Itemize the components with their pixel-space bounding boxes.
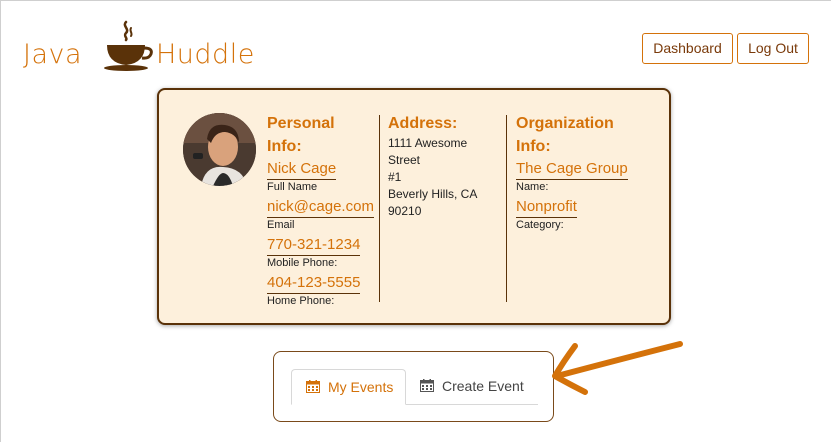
personal-info-title: Personal Info: [267,115,335,155]
address-line-3: Beverly Hills, CA 90210 [388,187,477,218]
tab-create-event[interactable]: Create Event [406,369,538,405]
column-divider [379,115,380,302]
address-line-1: 1111 Awesome Street [388,136,468,167]
address-line-2: #1 [388,170,402,184]
email-value: nick@cage.com [267,198,374,218]
organization-name-value: The Cage Group [516,160,628,180]
logout-button[interactable]: Log Out [737,33,809,64]
mobile-phone-label: Mobile Phone: [267,257,338,269]
tab-underline [406,404,538,405]
coffee-cup-icon [104,20,153,71]
events-tabs-panel: My Events Create Event [273,351,554,422]
organization-name-label: Name: [516,181,549,193]
home-phone-label: Home Phone: [267,295,335,307]
organization-category-value: Nonprofit [516,198,577,218]
organization-info-section: Organization Info: The Cage Group Name: … [516,112,646,234]
calendar-icon [420,379,434,392]
profile-card: Personal Info: Nick Cage Full Name nick@… [157,88,671,325]
avatar [183,113,256,186]
tab-my-events[interactable]: My Events [291,369,406,405]
full-name-value: Nick Cage [267,160,337,180]
logo-word-huddle: Huddle [156,39,255,70]
logo-word-java: Java [23,39,83,70]
tab-my-events-label: My Events [328,379,394,395]
organization-category-label: Category: [516,219,564,231]
address-section: Address: 1111 Awesome Street #1 Beverly … [388,112,498,220]
mobile-phone-value: 770-321-1234 [267,236,361,256]
full-name-label: Full Name [267,181,318,193]
organization-info-title: Organization Info: [516,115,614,155]
address-title: Address: [388,115,458,132]
personal-info-section: Personal Info: Nick Cage Full Name nick@… [267,112,374,310]
dashboard-button[interactable]: Dashboard [642,33,733,64]
avatar-photo [183,113,256,186]
tab-create-event-label: Create Event [442,378,524,394]
calendar-icon [306,380,320,393]
home-phone-value: 404-123-5555 [267,274,361,294]
column-divider [506,115,507,302]
email-label: Email [267,219,295,231]
annotation-arrow-icon [552,341,683,395]
